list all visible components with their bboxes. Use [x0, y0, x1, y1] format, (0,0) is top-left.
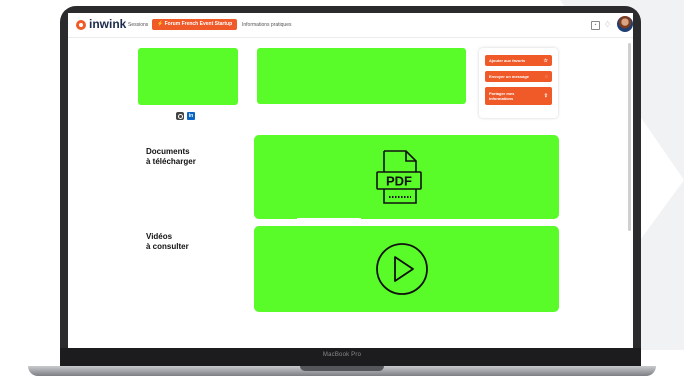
send-message-label: Envoyer un message	[489, 74, 530, 79]
calendar-icon[interactable]: ▪	[591, 21, 600, 30]
add-favorite-button[interactable]: Ajouter aux favoris ☆	[485, 55, 552, 66]
divider-line	[297, 218, 361, 219]
instagram-icon[interactable]	[176, 112, 184, 120]
share-icon: ⇪	[543, 93, 548, 99]
add-favorite-label: Ajouter aux favoris	[489, 58, 526, 63]
documents-title: Documents à télécharger	[146, 147, 196, 167]
pdf-icon-text: PDF	[386, 174, 412, 189]
nav-practical-info[interactable]: Informations pratiques	[242, 22, 291, 28]
screen: inwink Sessions ⚡ Forum French Event Sta…	[68, 13, 633, 348]
videos-card[interactable]	[254, 226, 559, 312]
nav-forum-tab[interactable]: ⚡ Forum French Event Startup	[152, 19, 238, 30]
laptop-notch	[300, 366, 384, 371]
device-label: MacBook Pro	[322, 352, 362, 358]
linkedin-icon[interactable]: in	[187, 112, 195, 120]
share-info-button[interactable]: Partager mes informations ⇪	[485, 87, 552, 105]
avatar[interactable]	[617, 16, 633, 32]
profile-info-placeholder	[257, 48, 466, 104]
documents-title-line2: à télécharger	[146, 157, 196, 166]
nav-sessions[interactable]: Sessions	[128, 22, 148, 28]
share-info-label: Partager mes informations	[489, 91, 515, 101]
logo-icon[interactable]	[76, 20, 86, 30]
logo-text[interactable]: inwink	[89, 17, 126, 31]
actions-panel: Ajouter aux favoris ☆ Envoyer un message…	[479, 48, 558, 118]
videos-title-line1: Vidéos	[146, 232, 173, 241]
profile-image-placeholder	[138, 48, 238, 105]
play-icon[interactable]	[374, 241, 430, 297]
tab-icon: ⚡	[157, 21, 164, 27]
bell-icon[interactable]: ♢	[604, 20, 611, 29]
chat-icon: ◌	[545, 74, 548, 80]
pdf-file-icon: PDF	[376, 150, 422, 204]
documents-card[interactable]: PDF	[254, 135, 559, 219]
send-message-button[interactable]: Envoyer un message ◌	[485, 71, 552, 82]
videos-title-line2: à consulter	[146, 242, 189, 251]
documents-title-line1: Documents	[146, 147, 190, 156]
scrollbar[interactable]	[628, 43, 631, 231]
videos-title: Vidéos à consulter	[146, 232, 189, 252]
nav-forum-label: Forum French Event Startup	[164, 21, 233, 27]
star-icon: ☆	[543, 58, 548, 64]
top-navbar: inwink Sessions ⚡ Forum French Event Sta…	[68, 13, 633, 38]
